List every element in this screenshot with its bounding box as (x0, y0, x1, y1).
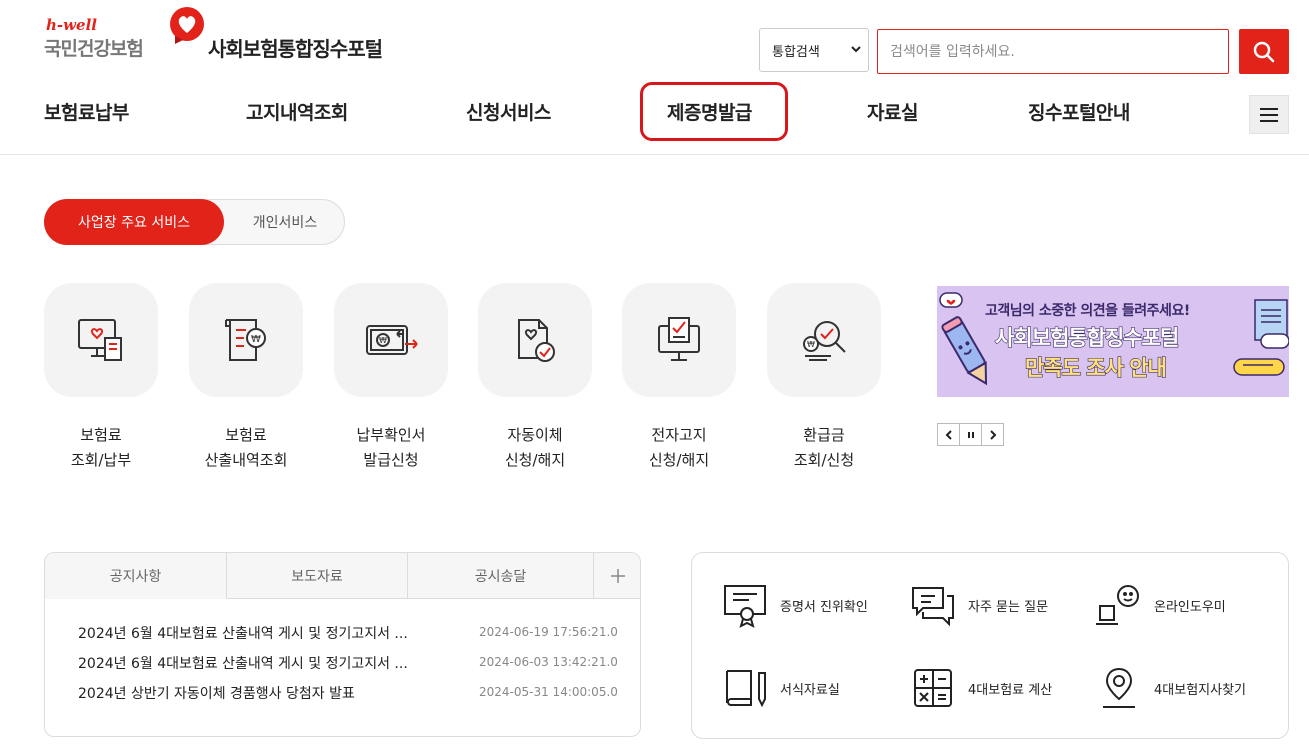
quick-link-online-helper[interactable]: 온라인도우미 (1094, 580, 1226, 630)
svg-text:₩: ₩ (379, 336, 387, 345)
search-scope-select[interactable]: 통합검색 (759, 28, 869, 72)
online-helper-icon (1096, 585, 1139, 625)
nav-item-portal-guide[interactable]: 징수포털안내 (1028, 98, 1130, 125)
tab-notices[interactable]: 공지사항 (45, 553, 227, 599)
notice-row-title[interactable]: 2024년 상반기 자동이체 경품행사 당첨자 발표 (78, 683, 478, 703)
notice-row-title[interactable]: 2024년 6월 4대보험료 산출내역 게시 및 정기고지서 ... (78, 623, 478, 643)
monitor-receipt-icon (78, 319, 122, 361)
chat-bubbles-icon (912, 587, 954, 627)
nav-highlight-outline (640, 82, 788, 141)
quick-link-label: 서식자료실 (780, 682, 840, 698)
logo[interactable]: h-well 국민건강보험 (44, 6, 214, 66)
notice-board: 공지사항 보도자료 공시송달 2024년 6월 4대보험료 산출내역 게시 및 … (44, 552, 641, 737)
nav-divider (0, 154, 1309, 155)
nav-item-application[interactable]: 신청서비스 (466, 98, 551, 125)
logo-name: 국민건강보험 (44, 38, 144, 60)
nav-item-billing-history[interactable]: 고지내역조회 (246, 98, 348, 125)
search-input[interactable] (877, 29, 1229, 74)
quick-link-label: 온라인도우미 (1154, 599, 1226, 615)
tab-business-services[interactable]: 사업장 주요 서비스 (44, 199, 224, 245)
calculator-icon (914, 669, 952, 707)
document-won-icon: ₩ (225, 319, 266, 361)
service-label: 보험료 산출내역조회 (204, 426, 288, 469)
speech-bubble-icon (939, 292, 963, 308)
nav-item-payment[interactable]: 보험료납부 (44, 98, 129, 125)
banner-subtitle: 고객님의 소중한 의견을 들려주세요! (985, 303, 1190, 319)
nav-item-library[interactable]: 자료실 (867, 98, 918, 125)
svg-text:₩: ₩ (251, 334, 261, 345)
tab-public-notice[interactable]: 공시송달 (408, 553, 594, 599)
chat-bubble-icon (1233, 358, 1285, 376)
service-payment-certificate[interactable]: ₩ 납부확인서 발급신청 (334, 283, 450, 469)
quick-link-label: 자주 묻는 질문 (968, 599, 1049, 615)
portal-title[interactable]: 사회보험통합징수포털 (208, 33, 383, 62)
quick-link-branch-finder[interactable]: 4대보험지사찾기 (1094, 663, 1246, 713)
banner-title: 사회보험통합징수포털 (994, 325, 1179, 350)
notice-row-date: 2024-05-31 14:00:05.0 (479, 685, 618, 699)
hamburger-icon (1260, 107, 1278, 122)
monitor-check-icon (658, 317, 700, 361)
notice-row-date: 2024-06-19 17:56:21.0 (479, 625, 618, 639)
tab-press-releases[interactable]: 보도자료 (227, 553, 408, 599)
pause-icon (967, 431, 974, 438)
logo-brand: h-well (46, 16, 97, 34)
quick-link-certificate-verify[interactable]: 증명서 진위확인 (720, 580, 868, 630)
menu-button[interactable] (1249, 95, 1289, 134)
magnifier-won-icon: ₩ (803, 321, 846, 361)
service-auto-transfer[interactable]: 자동이체 신청/해지 (478, 283, 594, 469)
quick-link-label: 4대보험료 계산 (968, 682, 1053, 698)
svg-text:₩: ₩ (807, 340, 815, 349)
banner-title-2: 만족도 조사 안내 (1024, 355, 1167, 380)
banner-controls (937, 423, 1004, 446)
more-button[interactable] (594, 553, 640, 599)
service-label: 자동이체 신청/해지 (504, 426, 566, 469)
service-e-billing[interactable]: 전자고지 신청/해지 (622, 283, 738, 469)
card-won-icon: ₩ (366, 325, 418, 355)
document-icon (1254, 299, 1289, 349)
quick-link-faq[interactable]: 자주 묻는 질문 (908, 580, 1048, 630)
book-pen-icon (726, 670, 766, 708)
pencil-character-icon (941, 316, 988, 386)
service-label: 전자고지 신청/해지 (648, 426, 710, 469)
heart-icon (170, 7, 204, 44)
chevron-down-icon (851, 46, 861, 53)
quick-link-label: 증명서 진위확인 (780, 599, 868, 615)
quick-links-panel: 증명서 진위확인 자주 묻는 질문 온라인도우미 서식자료실 4대보험료 계산 … (691, 552, 1289, 739)
survey-banner[interactable]: 고객님의 소중한 의견을 들려주세요! 사회보험통합징수포털 만족도 조사 안내 (937, 286, 1289, 397)
notice-tabs: 공지사항 보도자료 공시송달 (45, 553, 640, 599)
quick-link-calculator[interactable]: 4대보험료 계산 (908, 663, 1052, 713)
tab-personal-services[interactable]: 개인서비스 (226, 199, 344, 245)
quick-link-label: 4대보험지사찾기 (1154, 682, 1246, 698)
location-pin-icon (1103, 667, 1135, 708)
search-button[interactable] (1239, 29, 1289, 74)
service-label: 환급금 조회/신청 (793, 426, 855, 469)
search-icon (1253, 41, 1275, 62)
document-check-icon (518, 319, 555, 362)
banner-pause-button[interactable] (959, 423, 982, 446)
plus-icon (611, 569, 625, 583)
certificate-icon (724, 585, 766, 628)
chevron-left-icon (945, 429, 952, 440)
banner-prev-button[interactable] (937, 423, 960, 446)
chevron-right-icon (989, 429, 996, 440)
service-premium-payment[interactable]: 보험료 조회/납부 (44, 283, 160, 469)
service-premium-calculation[interactable]: ₩ 보험료 산출내역조회 (189, 283, 305, 469)
notice-row-date: 2024-06-03 13:42:21.0 (479, 655, 618, 669)
banner-next-button[interactable] (981, 423, 1004, 446)
service-label: 보험료 조회/납부 (70, 426, 132, 469)
notice-row-title[interactable]: 2024년 6월 4대보험료 산출내역 게시 및 정기고지서 ... (78, 653, 478, 673)
quick-link-forms[interactable]: 서식자료실 (720, 663, 840, 713)
service-label: 납부확인서 발급신청 (356, 426, 426, 469)
search-scope-value: 통합검색 (772, 44, 820, 60)
service-refund[interactable]: ₩ 환급금 조회/신청 (767, 283, 883, 469)
